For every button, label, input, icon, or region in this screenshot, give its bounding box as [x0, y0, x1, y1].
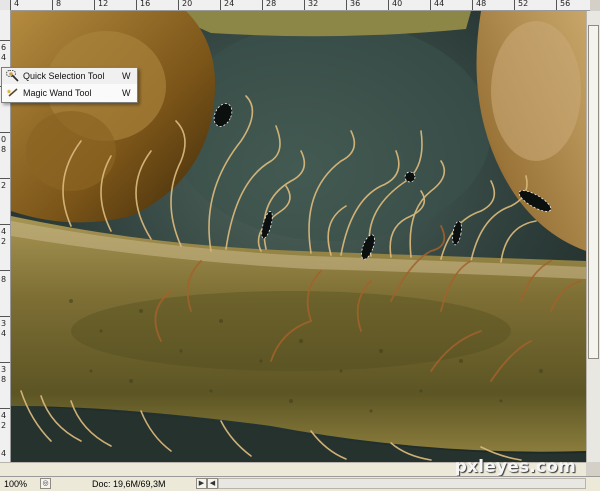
ruler-label: 4 — [1, 411, 7, 420]
quick-selection-icon — [6, 70, 20, 82]
ruler-label: 12 — [98, 0, 109, 8]
ruler-label: 16 — [140, 0, 151, 8]
horizontal-scrollbar[interactable] — [218, 478, 586, 489]
magic-wand-tool-item[interactable]: Magic Wand Tool W — [2, 85, 137, 101]
ruler-label: 4 — [14, 0, 20, 8]
ruler-label: 4 — [1, 227, 7, 236]
tool-shortcut: W — [122, 71, 131, 81]
ruler-label: 32 — [308, 0, 319, 8]
tool-shortcut: W — [122, 88, 131, 98]
document-size: Doc: 19,6M/69,3M — [92, 479, 166, 489]
vertical-scroll-thumb[interactable] — [588, 25, 599, 359]
ruler-label: 4 — [1, 329, 7, 338]
ruler-label: 36 — [350, 0, 361, 8]
ruler-label: 8 — [1, 275, 7, 284]
magic-wand-icon — [6, 87, 20, 99]
ruler-label: 56 — [560, 0, 571, 8]
ruler-label: 3 — [1, 319, 7, 328]
tool-item-label: Quick Selection Tool — [23, 71, 105, 81]
ruler-label: 44 — [434, 0, 445, 8]
tool-item-label: Magic Wand Tool — [23, 88, 92, 98]
ruler-label: 40 — [392, 0, 403, 8]
ruler-label: 4 — [1, 449, 7, 458]
ruler-label: 48 — [476, 0, 487, 8]
tool-flyout-menu: Quick Selection Tool W Magic Wand Tool W — [1, 67, 138, 103]
watermark-text: pxleyes.com — [454, 457, 576, 477]
status-bar: 100% ◎ Doc: 19,6M/69,3M ▶ ◀ — [0, 476, 600, 491]
vertical-scrollbar[interactable] — [586, 11, 600, 462]
ruler-label: 0 — [1, 135, 7, 144]
ruler-label: 20 — [182, 0, 193, 8]
ruler-label: 8 — [56, 0, 62, 8]
ruler-label: 4 — [1, 53, 7, 62]
horizontal-ruler[interactable]: 4 8 12 16 20 24 28 32 36 40 44 48 52 56 — [10, 0, 590, 11]
ruler-label: 24 — [224, 0, 235, 8]
ruler-label: 8 — [1, 145, 7, 154]
status-menu-arrow-icon[interactable]: ▶ — [196, 478, 207, 489]
scroll-left-icon[interactable]: ◀ — [207, 478, 218, 489]
ruler-label: 2 — [1, 421, 7, 430]
zoom-level[interactable]: 100% — [4, 479, 34, 489]
ruler-label: 3 — [1, 365, 7, 374]
ruler-label: 8 — [1, 375, 7, 384]
quick-selection-tool-item[interactable]: Quick Selection Tool W — [2, 68, 137, 84]
status-menu-icon[interactable]: ◎ — [40, 478, 51, 489]
ruler-label: 28 — [266, 0, 277, 8]
ruler-label: 2 — [1, 237, 7, 246]
horizontal-scroll-area: pxleyes.com — [0, 457, 586, 477]
ruler-label: 6 — [1, 43, 7, 52]
ruler-label: 52 — [518, 0, 529, 8]
ruler-label: 2 — [1, 181, 7, 190]
